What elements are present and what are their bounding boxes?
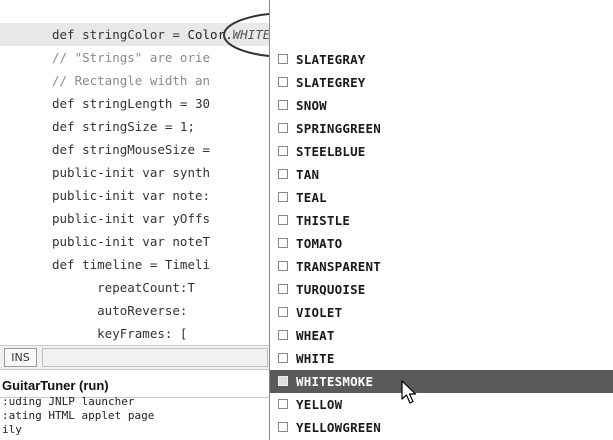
code-token: public-init var note: [52,188,211,203]
completion-item[interactable]: SLATEGRAY [270,48,613,71]
color-swatch-icon [278,77,288,87]
output-tab-title: GuitarTuner (run) [2,378,109,393]
color-swatch-icon [278,261,288,271]
code-token: def stringSize = 1; [52,119,195,134]
output-line: ily [2,423,22,436]
code-token: def stringMouseSize = [52,142,211,157]
code-token: def timeline = Timeli [52,257,211,272]
completion-item[interactable]: VIOLET [270,301,613,324]
color-swatch-icon [278,54,288,64]
code-token: def stringColor = [52,27,188,42]
code-text: autoReverse: [52,299,195,322]
color-swatch-icon [278,215,288,225]
mouse-pointer-icon [401,380,417,404]
output-line: :ating HTML applet page [2,409,155,422]
completion-item-label: YELLOW [296,397,343,412]
completion-item[interactable]: YELLOWGREEN [270,416,613,439]
completion-item-label: WHEAT [296,328,335,343]
code-text: keyFrames: [ [52,322,187,345]
code-text: repeatCount:T [52,276,195,299]
code-token: def stringLength = 30 [52,96,211,111]
code-text: def stringMouseSize = [52,138,210,161]
completion-item[interactable]: TAN [270,163,613,186]
output-window-tab[interactable]: GuitarTuner (run) [0,375,270,398]
code-token: keyFrames: [ [52,326,188,341]
code-completion-popup[interactable]: SLATEGRAY SLATEGREY SNOW SPRINGGREEN STEELBL… [269,0,613,440]
completion-item[interactable]: TOMATO [270,232,613,255]
code-text: def timeline = Timeli [52,253,210,276]
completion-item-label: TOMATO [296,236,343,251]
code-text: public-init var yOffs [52,207,210,230]
color-swatch-icon [278,146,288,156]
status-field [42,348,268,367]
code-token: repeatCount:T [52,280,195,295]
code-text: def stringSize = 1; [52,115,195,138]
completion-item[interactable]: TURQUOISE [270,278,613,301]
color-swatch-icon [278,353,288,363]
completion-item-label: TURQUOISE [296,282,366,297]
color-swatch-icon [278,192,288,202]
completion-item[interactable]: SNOW [270,94,613,117]
completion-item[interactable]: SPRINGGREEN [270,117,613,140]
insert-mode-indicator: INS [4,348,37,367]
completion-item-label: SLATEGREY [296,75,366,90]
code-text: public-init var noteT [52,230,210,253]
completion-item[interactable]: YELLOW [270,393,613,416]
completion-item-label: TRANSPARENT [296,259,381,274]
color-swatch-icon [278,399,288,409]
completion-item[interactable]: SLATEGREY [270,71,613,94]
code-token: public-init var noteT [52,234,211,249]
code-token: // Rectangle width an [52,73,211,88]
output-console[interactable]: :uding JNLP launcher:ating HTML applet p… [0,397,270,440]
completion-item[interactable]: THISTLE [270,209,613,232]
completion-item-label: TEAL [296,190,327,205]
color-swatch-icon [278,100,288,110]
code-token: public-init var synth [52,165,211,180]
code-token: // "Strings" are orie [52,50,211,65]
completion-item[interactable]: TEAL [270,186,613,209]
completion-item-label: TAN [296,167,320,182]
completion-item-label: WHITE [296,351,335,366]
completion-item[interactable]: WHITE [270,347,613,370]
code-text: // "Strings" are orie [52,46,210,69]
color-swatch-icon [278,422,288,432]
code-token: public-init var yOffs [52,211,211,226]
color-swatch-icon [278,376,288,386]
completion-item-label: SNOW [296,98,327,113]
completion-item-selected[interactable]: WHITESMOKE [270,370,613,393]
completion-item-label: SPRINGGREEN [296,121,381,136]
output-line: :uding JNLP launcher [2,397,135,408]
color-swatch-icon [278,284,288,294]
code-token: autoReverse: [52,303,195,318]
code-text: def stringLength = 30 [52,92,210,115]
code-text: // Rectangle width an [52,69,210,92]
completion-item-label: STEELBLUE [296,144,366,159]
code-text: public-init var synth [52,161,210,184]
completion-item[interactable]: TRANSPARENT [270,255,613,278]
color-swatch-icon [278,330,288,340]
completion-item-label: YELLOWGREEN [296,420,381,435]
completion-item-label: THISTLE [296,213,351,228]
code-text: public-init var note: [52,184,210,207]
editor-status-bar: INS [0,345,270,370]
completion-item-label: VIOLET [296,305,343,320]
color-swatch-icon [278,169,288,179]
color-swatch-icon [278,123,288,133]
color-swatch-icon [278,307,288,317]
completion-item[interactable]: STEELBLUE [270,140,613,163]
completion-item-label: SLATEGRAY [296,52,366,67]
color-swatch-icon [278,238,288,248]
completion-item[interactable]: WHEAT [270,324,613,347]
completion-item-label: WHITESMOKE [296,374,374,389]
